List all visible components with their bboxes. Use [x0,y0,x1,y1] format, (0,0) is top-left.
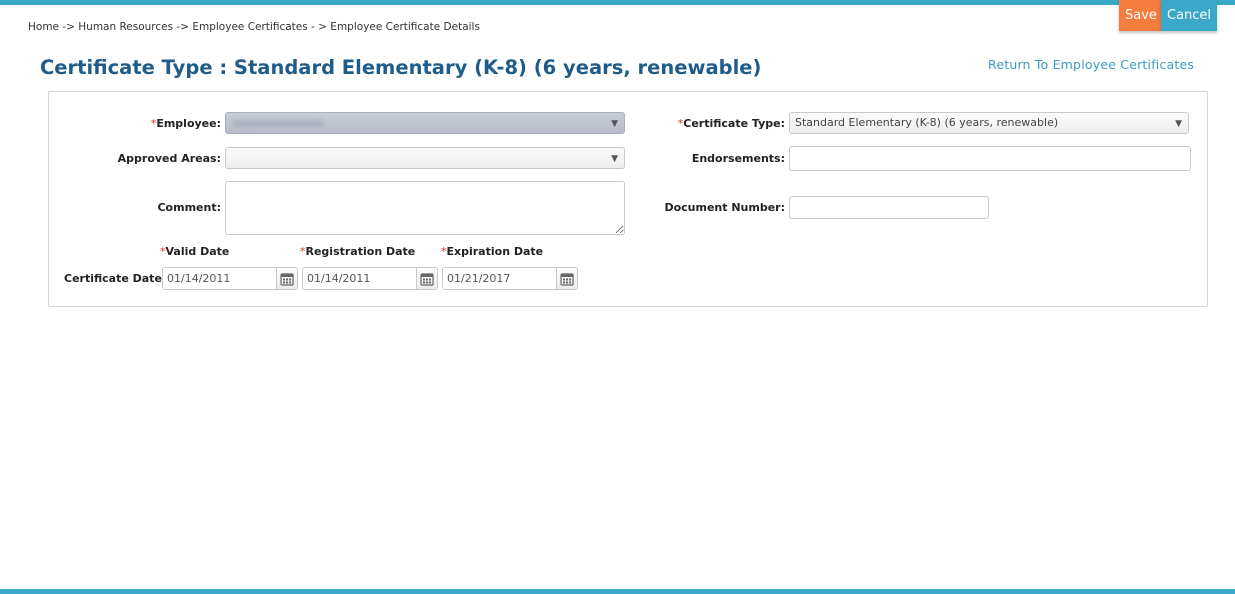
certificate-type-label: *Certificate Type: [677,117,785,130]
expiration-date-input[interactable] [442,267,556,290]
comment-textarea[interactable] [225,181,625,235]
registration-date-input[interactable] [302,267,416,290]
valid-date-label: *Valid Date [160,245,230,258]
employee-redacted-value [232,120,324,127]
calendar-icon[interactable] [556,267,578,290]
calendar-icon[interactable] [276,267,298,290]
approved-areas-label: Approved Areas: [117,152,221,165]
chevron-down-icon: ▼ [611,154,618,164]
certificate-type-select[interactable]: Standard Elementary (K-8) (6 years, rene… [789,112,1189,134]
return-to-employee-certificates-link[interactable]: Return To Employee Certificates [988,57,1194,72]
calendar-icon[interactable] [416,267,438,290]
top-accent-bar [0,0,1235,5]
cancel-button[interactable]: Cancel [1161,0,1217,31]
employee-select[interactable]: ▼ [225,112,625,134]
document-number-input[interactable] [789,196,989,219]
document-number-label: Document Number: [664,201,785,214]
breadcrumb: Home -> Human Resources -> Employee Cert… [28,21,480,33]
registration-date-label: *Registration Date [300,245,416,258]
endorsements-label: Endorsements: [691,152,785,165]
registration-date-picker [302,267,438,290]
chevron-down-icon: ▼ [611,119,618,129]
valid-date-input[interactable] [162,267,276,290]
comment-label: Comment: [157,201,221,214]
valid-date-picker [162,267,298,290]
endorsements-input[interactable] [789,146,1191,171]
approved-areas-select[interactable]: ▼ [225,147,625,169]
certificate-form-panel: *Employee: ▼ Approved Areas: ▼ Comment: … [48,91,1208,307]
action-buttons: Save Cancel [1119,0,1217,31]
bottom-accent-bar [0,589,1235,594]
expiration-date-picker [442,267,578,290]
employee-label: *Employee: [150,117,221,130]
chevron-down-icon: ▼ [1175,119,1182,129]
save-button[interactable]: Save [1119,0,1161,31]
expiration-date-label: *Expiration Date [441,245,544,258]
certificate-dates-label: Certificate Dates [64,272,169,285]
page-title: Certificate Type : Standard Elementary (… [40,56,762,79]
